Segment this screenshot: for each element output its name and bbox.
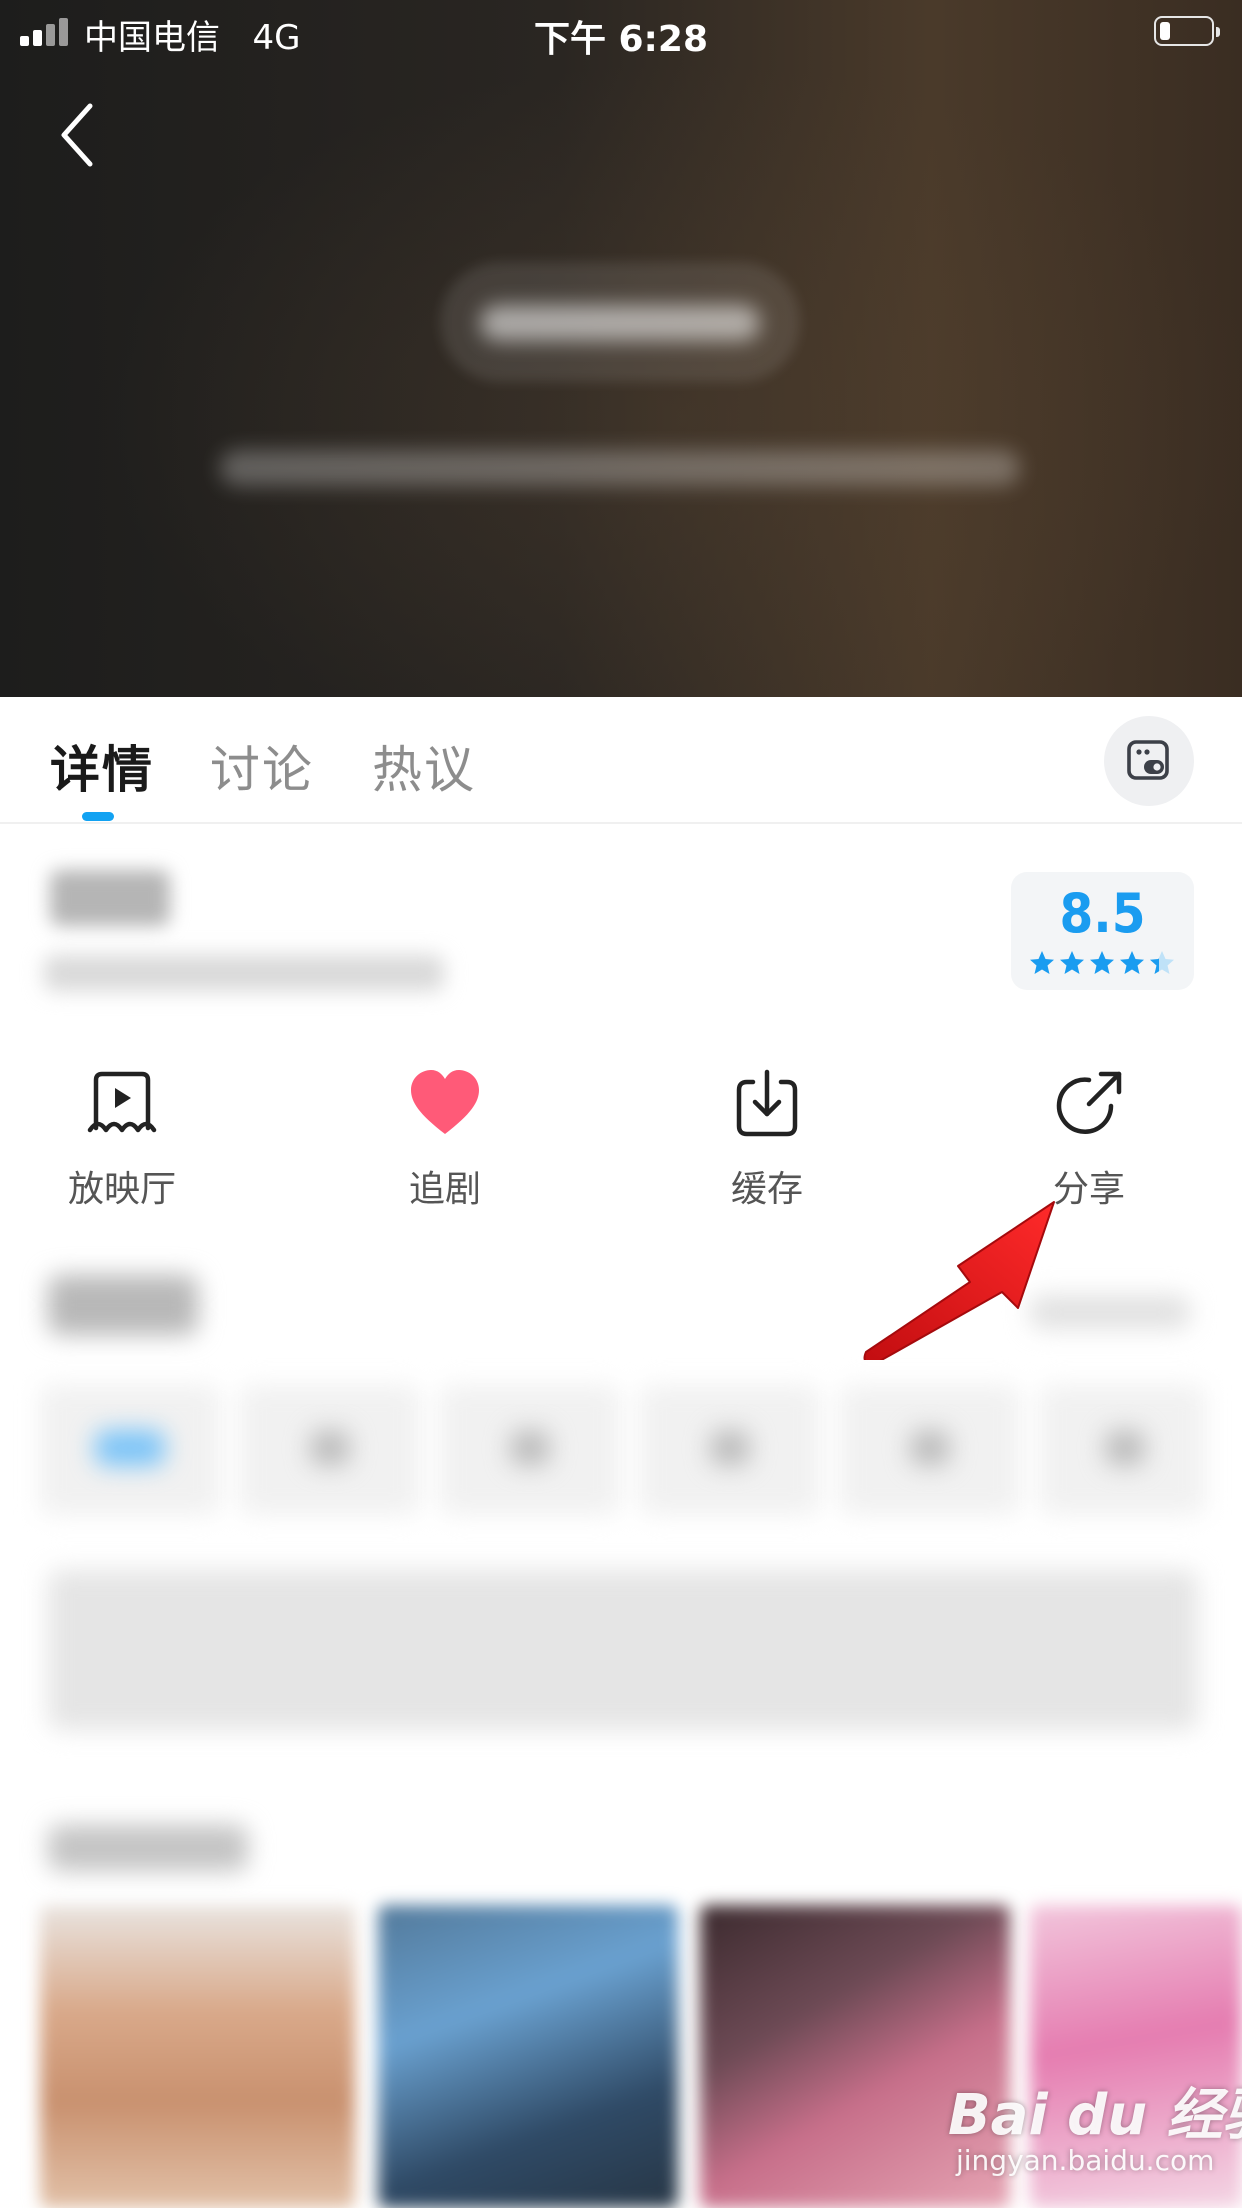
watermark-url: jingyan.baidu.com xyxy=(956,2144,1215,2177)
screening-room-button[interactable]: 放映厅 xyxy=(22,1060,222,1210)
blurred-play-label xyxy=(480,305,760,341)
screening-room-icon xyxy=(87,1071,157,1133)
share-button[interactable]: 分享 xyxy=(989,1060,1189,1210)
active-tab-indicator xyxy=(82,812,114,821)
episode-item-label xyxy=(1105,1430,1145,1466)
blurred-show-meta xyxy=(44,955,444,991)
episode-item-label xyxy=(710,1430,750,1466)
related-thumbnail[interactable] xyxy=(378,1905,678,2208)
watermark-brand: Bai du 经验 xyxy=(948,2083,1242,2148)
star-icon xyxy=(1030,951,1054,974)
picture-in-picture-icon xyxy=(1127,740,1169,780)
baidu-jingyan-watermark: Bai du 经验 jingyan.baidu.com xyxy=(948,2070,1242,2200)
tab-bar xyxy=(0,697,1242,824)
tab-details[interactable]: 详情 xyxy=(50,730,154,802)
blurred-show-title xyxy=(50,870,170,926)
tab-hot-topics[interactable]: 热议 xyxy=(372,730,476,802)
star-icon xyxy=(1060,951,1084,974)
follow-series-button[interactable]: 追剧 xyxy=(345,1060,545,1210)
tab-discussion[interactable]: 讨论 xyxy=(210,730,314,802)
episode-selector xyxy=(40,1385,1205,1515)
screening-room-label: 放映厅 xyxy=(67,1169,176,1210)
rating-card[interactable]: 8.5 xyxy=(1011,872,1194,990)
annotation-arrow-icon xyxy=(863,1201,1055,1360)
blurred-related-title xyxy=(48,1825,248,1871)
episode-item-label xyxy=(510,1430,550,1466)
star-icon xyxy=(1120,951,1144,974)
share-icon xyxy=(1056,1071,1122,1134)
blurred-section-title xyxy=(48,1275,198,1335)
rating-score: 8.5 xyxy=(1059,882,1146,945)
back-arrow-icon[interactable] xyxy=(52,100,102,170)
blurred-banner[interactable] xyxy=(48,1570,1198,1730)
status-time: 下午 6:28 xyxy=(533,19,709,60)
episode-item-label xyxy=(910,1430,950,1466)
blurred-video-subtitle xyxy=(220,450,1020,486)
related-thumbnail[interactable] xyxy=(40,1905,355,2208)
star-icon xyxy=(1090,951,1114,974)
status-bar: 中国电信 4G 下午 6:28 xyxy=(0,0,1242,60)
download-icon xyxy=(736,1069,798,1137)
episode-item-label xyxy=(310,1430,350,1466)
follow-series-label: 追剧 xyxy=(408,1169,481,1210)
video-player[interactable]: 中国电信 4G 下午 6:28 xyxy=(0,0,1242,697)
heart-icon xyxy=(411,1070,479,1134)
episode-item-label xyxy=(95,1430,165,1466)
picture-in-picture-button[interactable] xyxy=(1104,716,1194,806)
battery-icon xyxy=(1154,16,1220,46)
download-button[interactable]: 缓存 xyxy=(667,1060,867,1210)
rating-stars xyxy=(1030,951,1174,974)
download-label: 缓存 xyxy=(730,1169,803,1210)
